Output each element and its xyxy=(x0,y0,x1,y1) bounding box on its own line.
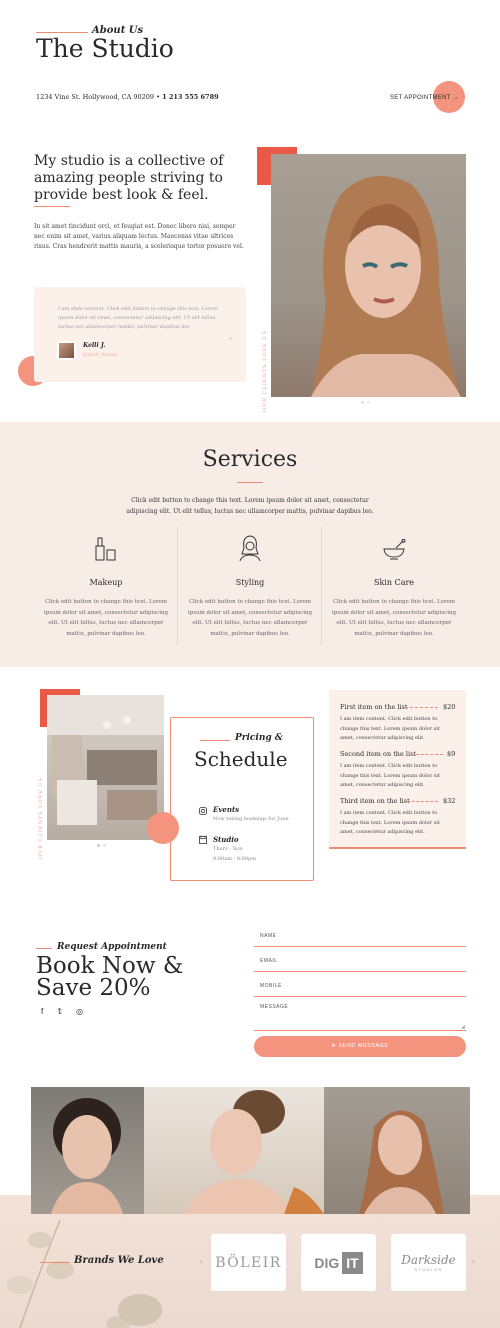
pricing-vertical-caption: OUR CLIENTS LOVE US xyxy=(38,777,44,859)
price-item-1-title: First item on the list xyxy=(340,703,408,711)
brands-next-icon[interactable]: › xyxy=(472,1256,475,1266)
about-paragraph: In sit amet tincidunt orci, et feugiat e… xyxy=(34,223,244,250)
service-text-styling: Click edit button to change this text. L… xyxy=(187,599,313,637)
email-field[interactable] xyxy=(254,971,466,972)
brands-title: Brands We Love xyxy=(74,1255,164,1266)
studio-interior-photo xyxy=(47,695,164,840)
price-item-2-title: Second item on the list xyxy=(340,750,417,758)
address: 1234 Vine St. Hollywood, CA 90209 xyxy=(36,93,155,101)
price-item-2-price: $9 xyxy=(447,750,456,758)
page-title: The Studio xyxy=(36,34,174,63)
pricing-eyebrow: Pricing & xyxy=(235,733,283,743)
name-field[interactable] xyxy=(254,946,466,947)
book-now-line-2: Save 20% xyxy=(36,975,151,1001)
contact-eyebrow-line xyxy=(36,948,52,949)
photo-dot-2[interactable] xyxy=(367,401,370,404)
set-appointment-label: SET APPOINTMENT xyxy=(390,95,451,101)
studio-title: Studio xyxy=(213,835,239,844)
schedule-circle xyxy=(147,812,179,844)
price-item-3-title: Third item on the list xyxy=(340,797,410,805)
studio-days: Thurs - Sun xyxy=(213,846,243,852)
mortar-icon xyxy=(382,538,406,565)
price-item-3-price: $32 xyxy=(443,797,456,805)
vertical-caption: OUR CLIENTS LOVE US xyxy=(262,330,268,412)
mobile-field[interactable] xyxy=(254,996,466,997)
testimonial-name: Kelli J. xyxy=(83,342,106,349)
service-text-skin-care: Click edit button to change this text. L… xyxy=(331,599,457,637)
service-title-styling: Styling xyxy=(235,578,265,587)
gallery-photo-2[interactable] xyxy=(144,1087,324,1214)
phone-link[interactable]: 1 213 555 6789 xyxy=(162,93,219,101)
resize-handle-icon[interactable]: ◢ xyxy=(461,1024,465,1030)
services-description-1: Click edit button to change this text. L… xyxy=(131,497,369,504)
gallery-photo-1[interactable] xyxy=(31,1087,144,1214)
price-item-1-price: $20 xyxy=(443,703,456,711)
arrow-right-icon: → xyxy=(452,95,459,101)
services-title: Services xyxy=(202,447,298,472)
testimonial-avatar xyxy=(57,341,76,360)
about-headline-line-3: provide best look & feel. xyxy=(34,187,209,203)
price-item-2-text: I am item content. Click edit button to … xyxy=(340,763,440,788)
darkside-subword: STUDIOS xyxy=(414,1267,443,1272)
email-field-label: EMAIL xyxy=(260,958,278,964)
pricing-eyebrow-line xyxy=(200,740,230,741)
digit-wordmark-it: IT xyxy=(342,1251,363,1274)
address-line: 1234 Vine St. Hollywood, CA 90209 • 1 21… xyxy=(36,93,219,101)
book-now-line-1: Book Now & xyxy=(36,953,184,979)
boleir-wordmark: BÖLEIR xyxy=(215,1254,282,1271)
services-description: Click edit button to change this text. L… xyxy=(0,495,500,517)
set-appointment-link[interactable]: SET APPOINTMENT → xyxy=(390,95,459,101)
services-underline xyxy=(237,482,263,483)
price-item-3-dots xyxy=(407,801,438,802)
service-title-skin-care: Skin Care xyxy=(373,578,415,587)
brand-logo-darkside[interactable]: Darkside STUDIOS xyxy=(391,1234,466,1291)
services-description-2: adipiscing elit. Ut elit tellus, luctus … xyxy=(126,508,374,515)
calendar-icon xyxy=(199,829,207,848)
price-item-2-dots xyxy=(411,754,443,755)
instagram-icon xyxy=(199,800,207,819)
service-title-makeup: Makeup xyxy=(89,578,123,587)
message-field[interactable] xyxy=(254,1030,466,1031)
send-message-button[interactable]: ➤ SEND MESSAGE xyxy=(254,1036,466,1057)
price-item-3-text: I am item content. Click edit button to … xyxy=(340,810,440,835)
contact-eyebrow: Request Appointment xyxy=(57,942,167,952)
about-underline xyxy=(34,206,70,207)
name-field-label: NAME xyxy=(260,933,277,939)
studio-hours: 8:00am - 8:00pm xyxy=(213,856,256,862)
testimonial-handle: @kelli_beauty xyxy=(83,352,119,358)
woman-icon xyxy=(238,534,262,566)
darkside-wordmark: Darkside xyxy=(401,1253,456,1267)
testimonial-dot[interactable] xyxy=(229,337,232,340)
schedule-title: Schedule xyxy=(194,747,288,771)
service-text-makeup: Click edit button to change this text. L… xyxy=(43,599,169,637)
brands-eyebrow-line xyxy=(40,1262,70,1263)
book-now-headline: Book Now & Save 20% xyxy=(36,953,184,1001)
about-headline-line-1: My studio is a collective of xyxy=(34,153,224,169)
bullet: • xyxy=(156,93,160,101)
price-item-1-dots xyxy=(405,707,438,708)
eyebrow-line xyxy=(36,32,88,33)
events-text: Now taking bookings for June xyxy=(213,816,289,822)
gallery-photo-3[interactable] xyxy=(324,1087,470,1214)
brands-prev-icon[interactable]: ‹ xyxy=(200,1256,203,1266)
photo-dot-1[interactable] xyxy=(361,401,364,404)
twitter-icon[interactable]: 𝕥 xyxy=(58,1007,62,1016)
brand-logo-digit[interactable]: DIG IT xyxy=(301,1234,376,1291)
mobile-field-label: MOBILE xyxy=(260,983,282,989)
pricing-photo-dot-1[interactable] xyxy=(97,844,100,847)
digit-wordmark-dig: DIG xyxy=(314,1254,340,1271)
facebook-icon[interactable]: f xyxy=(41,1007,43,1016)
price-item-1-text: I am item content. Click edit button to … xyxy=(340,716,440,741)
pricing-photo-dot-2[interactable] xyxy=(103,844,106,847)
makeup-icon xyxy=(94,536,118,566)
testimonial-card xyxy=(34,287,246,382)
model-photo xyxy=(271,154,466,397)
about-headline-line-2: amazing people striving to xyxy=(34,170,223,186)
testimonial-text: I am slide content. Click edit button to… xyxy=(58,306,218,330)
brand-logo-boleir[interactable]: BÖLEIR xyxy=(211,1234,286,1291)
message-field-label: MESSAGE xyxy=(260,1004,289,1010)
about-headline: My studio is a collective of amazing peo… xyxy=(34,153,223,204)
instagram-social-icon[interactable]: ◎ xyxy=(76,1007,83,1016)
events-title: Events xyxy=(213,805,240,814)
